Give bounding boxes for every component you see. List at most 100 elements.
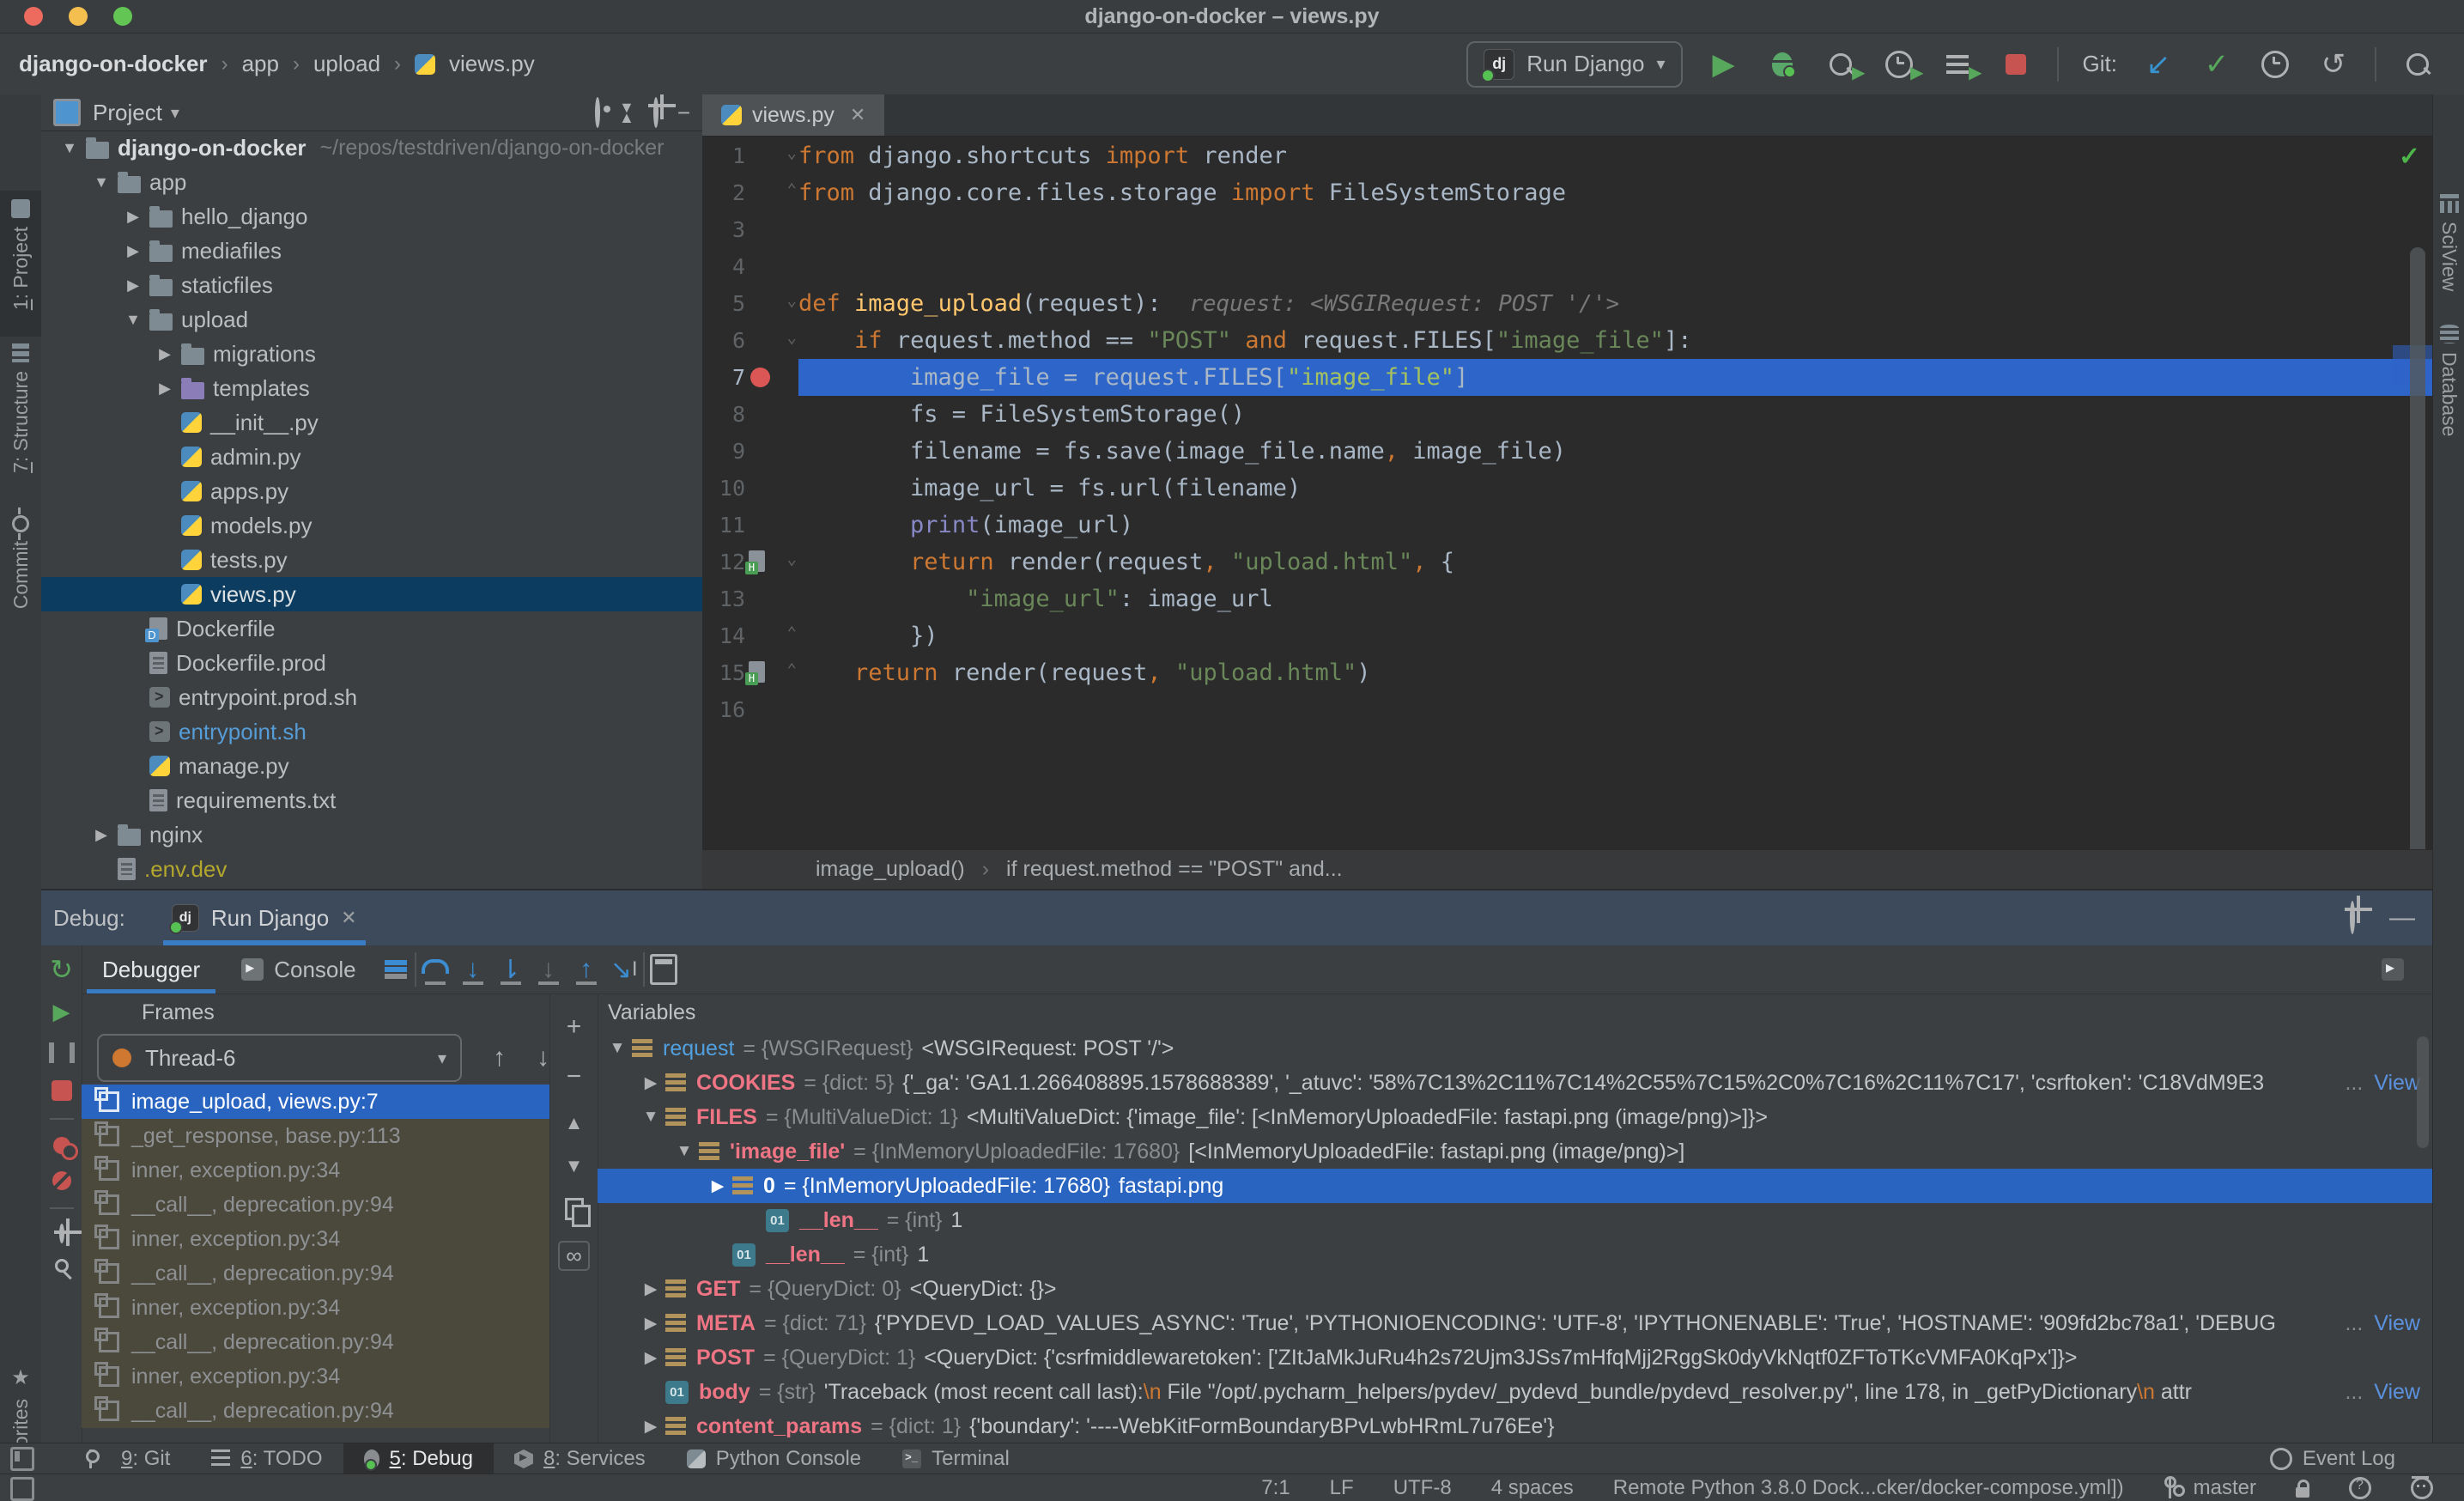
fold-marker-icon[interactable]: ⌄ xyxy=(787,550,797,568)
gutter[interactable]: ⌄ xyxy=(745,285,798,322)
variable-row-GET[interactable]: ▶ GET = {QueryDict: 0} <QueryDict: {}> xyxy=(598,1272,2432,1306)
breakpoint-icon[interactable] xyxy=(750,368,770,387)
sidebar-item-commit[interactable]: Commit xyxy=(0,507,41,635)
editor-tab-views-py[interactable]: views.py ✕ xyxy=(702,94,885,136)
gutter[interactable] xyxy=(745,248,798,285)
run-concurrency-button[interactable] xyxy=(1940,47,1982,88)
chevron-right-icon[interactable]: ▶ xyxy=(636,1348,665,1368)
chevron-down-icon[interactable]: ▼ xyxy=(603,1039,632,1058)
layout-settings-button[interactable] xyxy=(2374,951,2412,988)
status-interpreter[interactable]: Remote Python 3.8.0 Dock...cker/docker-c… xyxy=(1613,1476,2124,1500)
line-number[interactable]: 15 xyxy=(702,660,745,685)
line-number[interactable]: 12 xyxy=(702,550,745,574)
line-number[interactable]: 1 xyxy=(702,143,745,168)
gutter[interactable] xyxy=(745,507,798,544)
resume-button[interactable]: ▶ xyxy=(53,999,70,1025)
tree-item-admin-py[interactable]: admin.py xyxy=(41,440,702,474)
tree-item-hello-django[interactable]: ▶ hello_django xyxy=(41,199,702,234)
breadcrumb-condition[interactable]: if request.method == "POST" and... xyxy=(1006,857,1343,882)
gear-question-icon[interactable] xyxy=(2349,1476,2371,1499)
line-number[interactable]: 8 xyxy=(702,402,745,427)
git-commit-button[interactable]: ✓ xyxy=(2200,47,2234,82)
tool-window-switcher-icon[interactable] xyxy=(10,1447,34,1471)
code-line-8[interactable]: 8 fs = FileSystemStorage() xyxy=(702,396,2432,433)
git-rollback-button[interactable]: ↺ xyxy=(2316,47,2351,82)
line-number[interactable]: 14 xyxy=(702,623,745,648)
fold-marker-icon[interactable]: ⌄ xyxy=(787,291,797,310)
frame-item[interactable]: inner, exception.py:34 xyxy=(82,1222,549,1256)
line-number[interactable]: 6 xyxy=(702,328,745,353)
chevron-down-icon[interactable]: ▼ xyxy=(636,1108,665,1127)
tree-item--env-dev[interactable]: .env.dev xyxy=(41,852,702,886)
gutter[interactable] xyxy=(745,580,798,617)
frame-item[interactable]: inner, exception.py:34 xyxy=(82,1359,549,1394)
code-line-2[interactable]: 2 ⌃ from django.core.files.storage import … xyxy=(702,174,2432,211)
status-caret-position[interactable]: 7:1 xyxy=(1261,1476,1290,1500)
debug-settings-button[interactable] xyxy=(2350,901,2355,934)
tree-item-staticfiles[interactable]: ▶ staticfiles xyxy=(41,268,702,302)
code-line-15[interactable]: 15 ⌃ return render(request, "upload.html"… xyxy=(702,654,2432,691)
line-number[interactable]: 11 xyxy=(702,513,745,538)
gutter[interactable]: ⌃ xyxy=(745,654,798,691)
sidebar-item-project[interactable]: 1: Project xyxy=(0,191,41,337)
line-number[interactable]: 3 xyxy=(702,217,745,242)
add-watch-button[interactable]: + xyxy=(567,1012,582,1042)
close-session-icon[interactable]: ✕ xyxy=(341,907,356,929)
fold-marker-icon[interactable]: ⌃ xyxy=(787,623,797,642)
variable-row-request[interactable]: ▼ request = {WSGIRequest} <WSGIRequest: POS… xyxy=(598,1031,2432,1066)
tree-item-templates[interactable]: ▶ templates xyxy=(41,371,702,405)
breadcrumb-item[interactable]: upload xyxy=(313,51,380,77)
gutter[interactable]: ⌃ xyxy=(745,617,798,654)
fold-marker-icon[interactable]: ⌃ xyxy=(787,660,797,679)
tab-console[interactable]: Console xyxy=(221,945,376,994)
breadcrumb-item[interactable]: app xyxy=(242,51,279,77)
code-line-16[interactable]: 16 xyxy=(702,691,2432,728)
code-line-1[interactable]: 1 ⌄ from django.shortcuts import render xyxy=(702,137,2432,174)
gutter[interactable]: ⌄ xyxy=(745,137,798,174)
code-line-13[interactable]: 13 "image_url": image_url xyxy=(702,580,2432,617)
variable-row-image_file[interactable]: ▼ 'image_file' = {InMemoryUploadedFile: 17… xyxy=(598,1134,2432,1169)
locate-file-button[interactable] xyxy=(594,96,600,128)
sidebar-item-database[interactable]: Database xyxy=(2433,325,2464,453)
line-number[interactable]: 16 xyxy=(702,697,745,722)
tree-item-entrypoint-sh[interactable]: entrypoint.sh xyxy=(41,714,702,749)
gutter[interactable]: ⌄ xyxy=(745,322,798,359)
frame-item[interactable]: __call__, deprecation.py:94 xyxy=(82,1188,549,1222)
fold-marker-icon[interactable]: ⌃ xyxy=(787,180,797,199)
hide-debug-panel-button[interactable]: — xyxy=(2389,903,2415,933)
previous-frame-button[interactable]: ↑ xyxy=(493,1043,506,1073)
toolwindow-button-pythonconsole[interactable]: Python Console xyxy=(666,1443,882,1474)
gutter[interactable] xyxy=(745,359,798,396)
git-update-button[interactable]: ↙ xyxy=(2141,47,2176,82)
bottom-left-panel-icon[interactable] xyxy=(10,1477,34,1501)
chevron-down-icon[interactable]: ▾ xyxy=(171,102,179,124)
view-link[interactable]: View xyxy=(2374,1311,2420,1335)
tree-item-entrypoint-prod-sh[interactable]: entrypoint.prod.sh xyxy=(41,680,702,714)
status-file-encoding[interactable]: UTF-8 xyxy=(1393,1476,1452,1500)
chevron-right-icon[interactable]: ▶ xyxy=(703,1176,732,1196)
chevron-down-icon[interactable]: ▼ xyxy=(90,173,112,191)
gutter[interactable] xyxy=(745,470,798,507)
variable-row-__len__[interactable]: 01 __len__ = {int} 1 xyxy=(598,1237,2432,1272)
gutter[interactable] xyxy=(745,396,798,433)
evaluate-expression-button[interactable] xyxy=(645,951,683,988)
gutter[interactable]: ⌄ xyxy=(745,544,798,580)
line-number[interactable]: 2 xyxy=(702,180,745,205)
tree-item-apps-py[interactable]: apps.py xyxy=(41,474,702,508)
run-configuration-select[interactable]: dj Run Django ▾ xyxy=(1466,40,1683,88)
code-line-11[interactable]: 11 print(image_url) xyxy=(702,507,2432,544)
variable-row-POST[interactable]: ▶ POST = {QueryDict: 1} <QueryDict: {'csrfm… xyxy=(598,1340,2432,1375)
fold-marker-icon[interactable]: ⌄ xyxy=(787,143,797,162)
line-number[interactable]: 13 xyxy=(702,586,745,611)
chevron-right-icon[interactable]: ▶ xyxy=(636,1073,665,1093)
run-to-cursor-button[interactable]: ↘ I xyxy=(605,951,643,988)
breadcrumb-item[interactable]: views.py xyxy=(449,51,535,77)
code-line-4[interactable]: 4 xyxy=(702,248,2432,285)
frame-item[interactable]: __call__, deprecation.py:94 xyxy=(82,1325,549,1359)
variable-row-__len__[interactable]: 01 __len__ = {int} 1 xyxy=(598,1203,2432,1237)
code-line-14[interactable]: 14 ⌃ }) xyxy=(702,617,2432,654)
mute-breakpoints-button[interactable] xyxy=(52,1171,71,1190)
code-editor[interactable]: 1 ⌄ from django.shortcuts import render 2 ⌃ f… xyxy=(702,137,2432,728)
code-line-10[interactable]: 10 image_url = fs.url(filename) xyxy=(702,470,2432,507)
chevron-right-icon[interactable]: ▶ xyxy=(122,242,144,260)
